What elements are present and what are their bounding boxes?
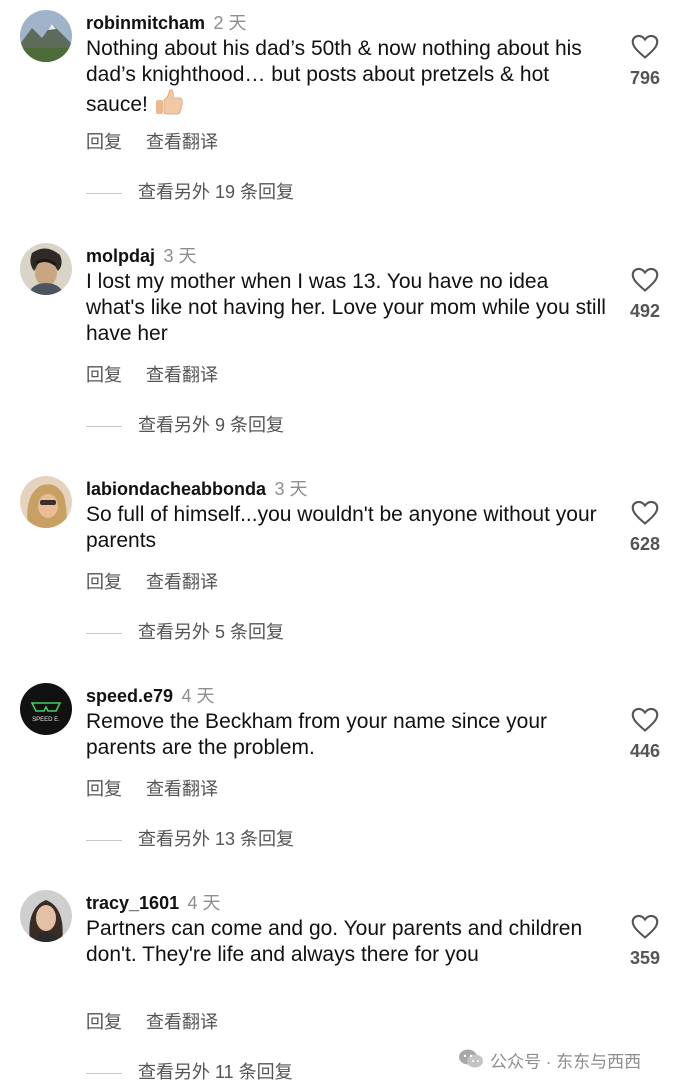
username[interactable]: labiondacheabbonda xyxy=(86,479,266,499)
view-replies-link[interactable]: 查看另外 5 条回复 xyxy=(86,620,284,644)
divider-line xyxy=(86,1072,122,1074)
translate-button[interactable]: 查看翻译 xyxy=(146,132,218,152)
username[interactable]: robinmitcham xyxy=(86,13,205,33)
timestamp: 3 天 xyxy=(163,246,197,266)
heart-outline-icon[interactable] xyxy=(631,34,659,60)
like-count: 492 xyxy=(629,301,661,321)
comment-actions: 回复 查看翻译 xyxy=(86,777,218,801)
timestamp: 4 天 xyxy=(187,893,221,913)
view-replies-link[interactable]: 查看另外 19 条回复 xyxy=(86,180,294,204)
avatar[interactable] xyxy=(20,890,72,942)
comment-text: Partners can come and go. Your parents a… xyxy=(86,916,606,968)
divider-line xyxy=(86,425,122,427)
comment-text: So full of himself...you wouldn't be any… xyxy=(86,502,606,554)
view-replies-label: 查看另外 9 条回复 xyxy=(138,415,285,435)
view-replies-link[interactable]: 查看另外 9 条回复 xyxy=(86,413,284,437)
comment-actions: 回复 查看翻译 xyxy=(86,363,218,387)
translate-button[interactable]: 查看翻译 xyxy=(146,365,218,385)
like-count: 628 xyxy=(629,534,661,554)
like-area: 446 xyxy=(620,707,670,762)
comment-body: So full of himself...you wouldn't be any… xyxy=(86,503,597,552)
view-replies-label: 查看另外 13 条回复 xyxy=(138,829,295,849)
like-count: 446 xyxy=(629,741,661,761)
reply-button[interactable]: 回复 xyxy=(86,572,122,592)
view-replies-label: 查看另外 11 条回复 xyxy=(138,1062,293,1082)
comment-header: robinmitcham 2 天 xyxy=(86,10,246,36)
timestamp: 4 天 xyxy=(181,686,215,706)
reply-button[interactable]: 回复 xyxy=(86,779,122,799)
avatar[interactable] xyxy=(20,10,72,62)
view-replies-link[interactable]: 查看另外 13 条回复 xyxy=(86,827,294,851)
divider-line xyxy=(86,839,122,841)
reply-button[interactable]: 回复 xyxy=(86,365,122,385)
username[interactable]: molpdaj xyxy=(86,246,155,266)
comment-text: Nothing about his dad’s 50th & now nothi… xyxy=(86,36,606,123)
view-replies-label: 查看另外 19 条回复 xyxy=(138,182,295,202)
thumbs-up-icon xyxy=(154,88,184,123)
timestamp: 3 天 xyxy=(274,479,308,499)
translate-button[interactable]: 查看翻译 xyxy=(146,779,218,799)
comment-text: Remove the Beckham from your name since … xyxy=(86,709,606,761)
view-replies-link[interactable]: 查看另外 11 条回复 xyxy=(86,1060,293,1084)
avatar-photo-image xyxy=(20,476,72,528)
comment-actions: 回复 查看翻译 xyxy=(86,130,218,154)
like-area: 359 xyxy=(620,914,670,969)
comment-actions: 回复 查看翻译 xyxy=(86,1010,218,1034)
comment-body: I lost my mother when I was 13. You have… xyxy=(86,270,606,345)
comment-header: speed.e79 4 天 xyxy=(86,683,215,709)
view-replies-label: 查看另外 5 条回复 xyxy=(138,622,285,642)
watermark-text: 公众号 · 东东与西西 xyxy=(490,1052,642,1072)
heart-outline-icon[interactable] xyxy=(631,500,659,526)
avatar[interactable]: SPEED E. xyxy=(20,683,72,735)
translate-button[interactable]: 查看翻译 xyxy=(146,1012,218,1032)
avatar-illustration-image xyxy=(20,243,72,295)
watermark: 公众号 · 东东与西西 xyxy=(458,1048,641,1074)
avatar-logo-image: SPEED E. xyxy=(20,683,72,735)
comment-header: tracy_1601 4 天 xyxy=(86,890,221,916)
like-area: 796 xyxy=(620,34,670,89)
avatar[interactable] xyxy=(20,243,72,295)
timestamp: 2 天 xyxy=(213,13,247,33)
reply-button[interactable]: 回复 xyxy=(86,132,122,152)
avatar-text: SPEED E. xyxy=(32,717,60,723)
like-count: 796 xyxy=(629,68,661,88)
avatar[interactable] xyxy=(20,476,72,528)
wechat-icon xyxy=(458,1048,484,1078)
like-area: 492 xyxy=(620,267,670,322)
avatar-mountain-image xyxy=(20,10,72,62)
comment-header: labiondacheabbonda 3 天 xyxy=(86,476,308,502)
like-count: 359 xyxy=(629,948,661,968)
heart-outline-icon[interactable] xyxy=(631,914,659,940)
username[interactable]: speed.e79 xyxy=(86,686,173,706)
comment-header: molpdaj 3 天 xyxy=(86,243,196,269)
divider-line xyxy=(86,192,122,194)
translate-button[interactable]: 查看翻译 xyxy=(146,572,218,592)
comment-text: I lost my mother when I was 13. You have… xyxy=(86,269,606,347)
reply-button[interactable]: 回复 xyxy=(86,1012,122,1032)
username[interactable]: tracy_1601 xyxy=(86,893,179,913)
avatar-photo-image xyxy=(20,890,72,942)
heart-outline-icon[interactable] xyxy=(631,707,659,733)
like-area: 628 xyxy=(620,500,670,555)
divider-line xyxy=(86,632,122,634)
comment-actions: 回复 查看翻译 xyxy=(86,570,218,594)
comment-body: Remove the Beckham from your name since … xyxy=(86,710,548,759)
heart-outline-icon[interactable] xyxy=(631,267,659,293)
comment-body: Partners can come and go. Your parents a… xyxy=(86,917,583,966)
